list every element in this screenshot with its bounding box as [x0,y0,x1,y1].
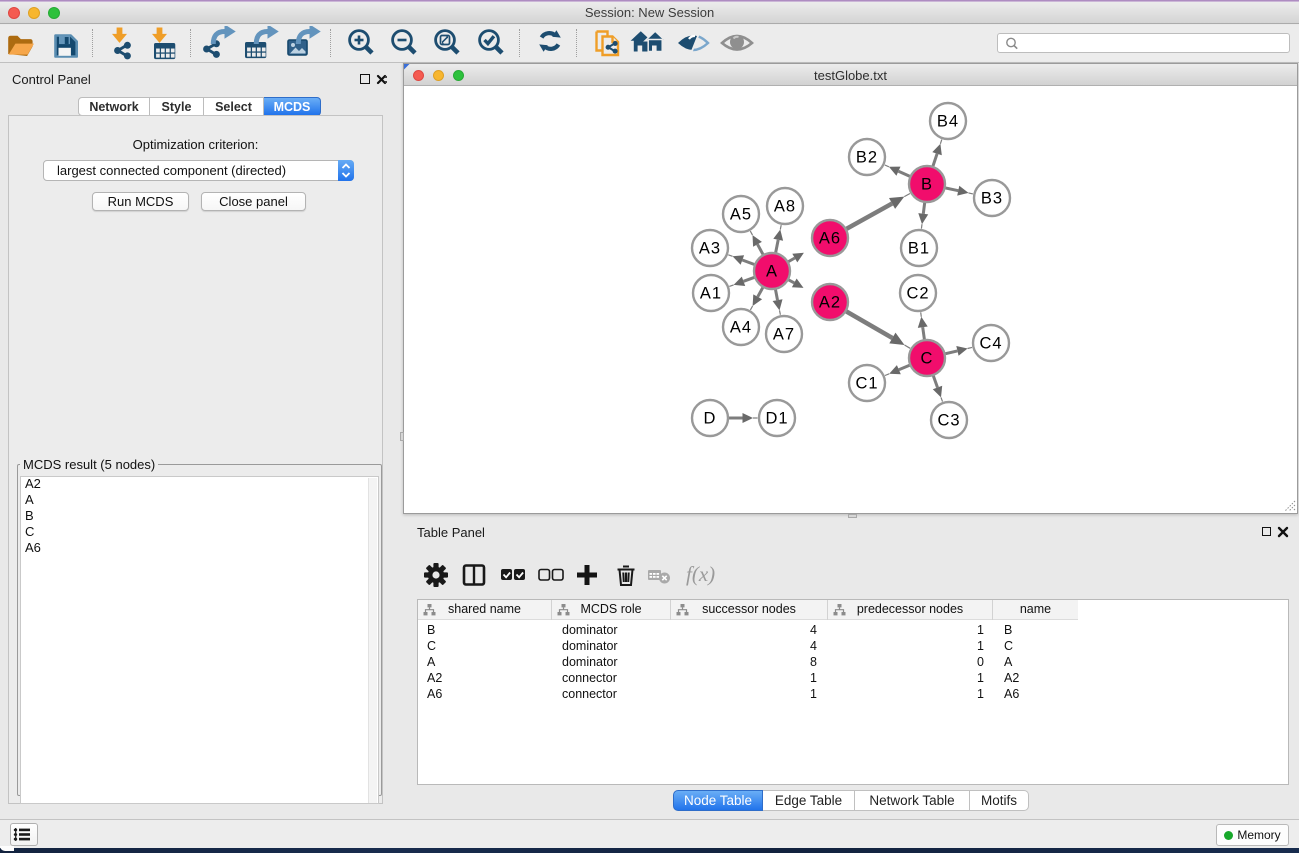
svg-text:B4: B4 [937,113,959,131]
svg-text:A: A [766,263,778,281]
svg-text:C3: C3 [937,412,960,430]
svg-text:A4: A4 [730,319,752,337]
svg-text:B3: B3 [981,190,1003,208]
svg-text:C4: C4 [979,335,1002,353]
svg-text:B: B [921,176,933,194]
svg-text:A6: A6 [819,230,841,248]
svg-text:D1: D1 [765,410,788,428]
svg-text:A3: A3 [699,240,721,258]
svg-text:A5: A5 [730,206,752,224]
svg-text:A7: A7 [773,326,795,344]
svg-text:B1: B1 [908,240,930,258]
svg-text:B2: B2 [856,149,878,167]
svg-text:C: C [921,350,934,368]
svg-text:A1: A1 [700,285,722,303]
svg-text:D: D [704,410,717,428]
svg-text:C2: C2 [906,285,929,303]
svg-text:A2: A2 [819,294,841,312]
svg-text:A8: A8 [774,198,796,216]
svg-text:C1: C1 [855,375,878,393]
